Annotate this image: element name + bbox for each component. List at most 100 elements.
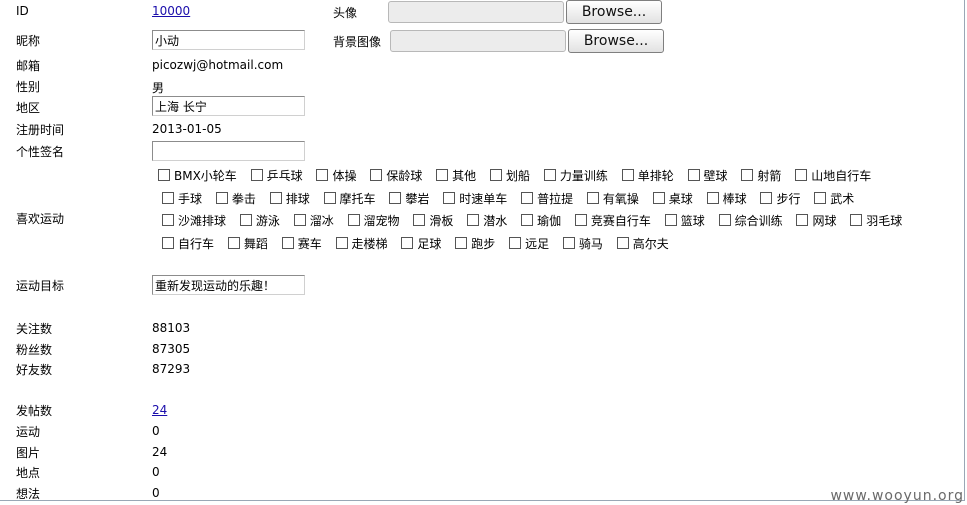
- sport-checkbox[interactable]: [687, 169, 700, 181]
- sport-checkbox[interactable]: [293, 214, 306, 226]
- sport-checkbox[interactable]: [621, 169, 634, 181]
- sport-option[interactable]: 瑜伽: [511, 214, 561, 228]
- nickname-input[interactable]: [152, 30, 305, 50]
- sport-option[interactable]: 跑步: [445, 236, 495, 251]
- sport-option[interactable]: 体操: [306, 169, 357, 183]
- sport-option[interactable]: 综合训练: [709, 214, 783, 228]
- sport-option[interactable]: 远足: [499, 236, 549, 251]
- sport-checkbox[interactable]: [250, 169, 263, 181]
- sport-checkbox[interactable]: [664, 214, 677, 226]
- sport-option[interactable]: 时速单车: [433, 191, 507, 206]
- sport-checkbox[interactable]: [586, 191, 599, 204]
- sport-option[interactable]: 划船: [480, 169, 530, 183]
- sport-checkbox[interactable]: [162, 214, 174, 226]
- sport-option[interactable]: 壁球: [678, 169, 728, 183]
- sport-option[interactable]: 游泳: [230, 214, 280, 228]
- sport-option[interactable]: 滑板: [403, 214, 453, 228]
- id-link[interactable]: 10000: [152, 4, 190, 18]
- sport-option[interactable]: 普拉提: [511, 191, 573, 206]
- sport-option[interactable]: 手球: [152, 191, 202, 206]
- sport-option[interactable]: 高尔夫: [607, 236, 669, 251]
- sport-option[interactable]: 羽毛球: [840, 214, 902, 228]
- sport-option[interactable]: 保龄球: [360, 169, 422, 183]
- sport-checkbox[interactable]: [162, 191, 174, 204]
- sport-option[interactable]: 竞赛自行车: [565, 214, 651, 228]
- posts-link[interactable]: 24: [152, 403, 167, 417]
- sport-checkbox[interactable]: [741, 169, 754, 181]
- sport-option[interactable]: 篮球: [655, 214, 705, 228]
- sport-checkbox[interactable]: [162, 236, 174, 249]
- sport-checkbox[interactable]: [574, 214, 587, 226]
- sport-option[interactable]: 溜冰: [284, 214, 334, 228]
- sport-checkbox[interactable]: [509, 236, 522, 249]
- sport-checkbox[interactable]: [370, 169, 383, 181]
- sport-option[interactable]: 赛车: [272, 236, 322, 251]
- sport-option[interactable]: 自行车: [152, 236, 214, 251]
- sport-option[interactable]: 沙滩排球: [152, 214, 226, 228]
- sport-checkbox[interactable]: [389, 191, 402, 204]
- sport-option[interactable]: 桌球: [643, 191, 693, 206]
- sport-checkbox[interactable]: [814, 191, 827, 204]
- sport-checkbox[interactable]: [718, 214, 731, 226]
- sport-checkbox[interactable]: [443, 191, 456, 204]
- sport-checkbox[interactable]: [269, 191, 282, 204]
- sport-checkbox[interactable]: [795, 169, 808, 181]
- sport-option[interactable]: 拳击: [206, 191, 256, 206]
- sport-option[interactable]: 其他: [426, 169, 476, 183]
- sport-checkbox[interactable]: [413, 214, 426, 226]
- avatar-browse-button[interactable]: Browse...: [566, 0, 662, 24]
- sport-option[interactable]: 攀岩: [379, 191, 429, 206]
- sport-checkbox[interactable]: [455, 236, 468, 249]
- sport-checkbox[interactable]: [562, 236, 575, 249]
- sport-option[interactable]: 射箭: [731, 169, 781, 183]
- signature-input[interactable]: [152, 141, 305, 161]
- sport-option[interactable]: 网球: [786, 214, 836, 228]
- goal-input[interactable]: [152, 275, 305, 295]
- sport-option[interactable]: 山地自行车: [785, 169, 871, 183]
- avatar-file-input[interactable]: [388, 1, 564, 23]
- sport-checkbox[interactable]: [323, 191, 336, 204]
- sport-checkbox[interactable]: [436, 169, 449, 181]
- sport-checkbox[interactable]: [521, 214, 534, 226]
- nickname-label: 昵称: [16, 34, 41, 48]
- sport-checkbox[interactable]: [616, 236, 629, 249]
- sport-option[interactable]: 乒乓球: [241, 169, 303, 183]
- sport-option[interactable]: 有氧操: [577, 191, 639, 206]
- sport-checkbox[interactable]: [281, 236, 294, 249]
- sport-checkbox[interactable]: [316, 169, 329, 181]
- sport-checkbox[interactable]: [490, 169, 503, 181]
- sport-option[interactable]: 舞蹈: [218, 236, 268, 251]
- sport-checkbox[interactable]: [706, 191, 719, 204]
- region-input[interactable]: [152, 96, 305, 116]
- sport-option[interactable]: 潜水: [457, 214, 507, 228]
- sport-checkbox[interactable]: [521, 191, 534, 204]
- background-file-input[interactable]: [390, 30, 566, 52]
- sport-option[interactable]: 武术: [804, 191, 854, 206]
- sport-option[interactable]: 摩托车: [314, 191, 376, 206]
- sport-option[interactable]: 骑马: [553, 236, 603, 251]
- sport-checkbox[interactable]: [760, 191, 773, 204]
- sport-checkbox[interactable]: [796, 214, 809, 226]
- sport-checkbox[interactable]: [467, 214, 480, 226]
- sport-checkbox[interactable]: [215, 191, 228, 204]
- sport-option[interactable]: 足球: [391, 236, 441, 251]
- sport-option[interactable]: 走楼梯: [326, 236, 388, 251]
- sport-checkbox[interactable]: [239, 214, 252, 226]
- sport-option[interactable]: 力量训练: [534, 169, 608, 183]
- sport-checkbox[interactable]: [850, 214, 863, 226]
- sport-checkbox[interactable]: [401, 236, 414, 249]
- sport-checkbox[interactable]: [335, 236, 348, 249]
- sport-option[interactable]: 单排轮: [612, 169, 674, 183]
- sport-option[interactable]: 溜宠物: [338, 214, 400, 228]
- sport-checkbox[interactable]: [543, 169, 556, 181]
- sport-label: 溜宠物: [363, 214, 400, 228]
- sport-option[interactable]: 排球: [260, 191, 310, 206]
- sport-checkbox[interactable]: [652, 191, 665, 204]
- sport-checkbox[interactable]: [227, 236, 240, 249]
- sport-option[interactable]: BMX小轮车: [152, 169, 237, 183]
- sport-option[interactable]: 棒球: [697, 191, 747, 206]
- sport-option[interactable]: 步行: [750, 191, 800, 206]
- sport-checkbox[interactable]: [158, 169, 170, 181]
- background-browse-button[interactable]: Browse...: [568, 29, 664, 53]
- sport-checkbox[interactable]: [347, 214, 360, 226]
